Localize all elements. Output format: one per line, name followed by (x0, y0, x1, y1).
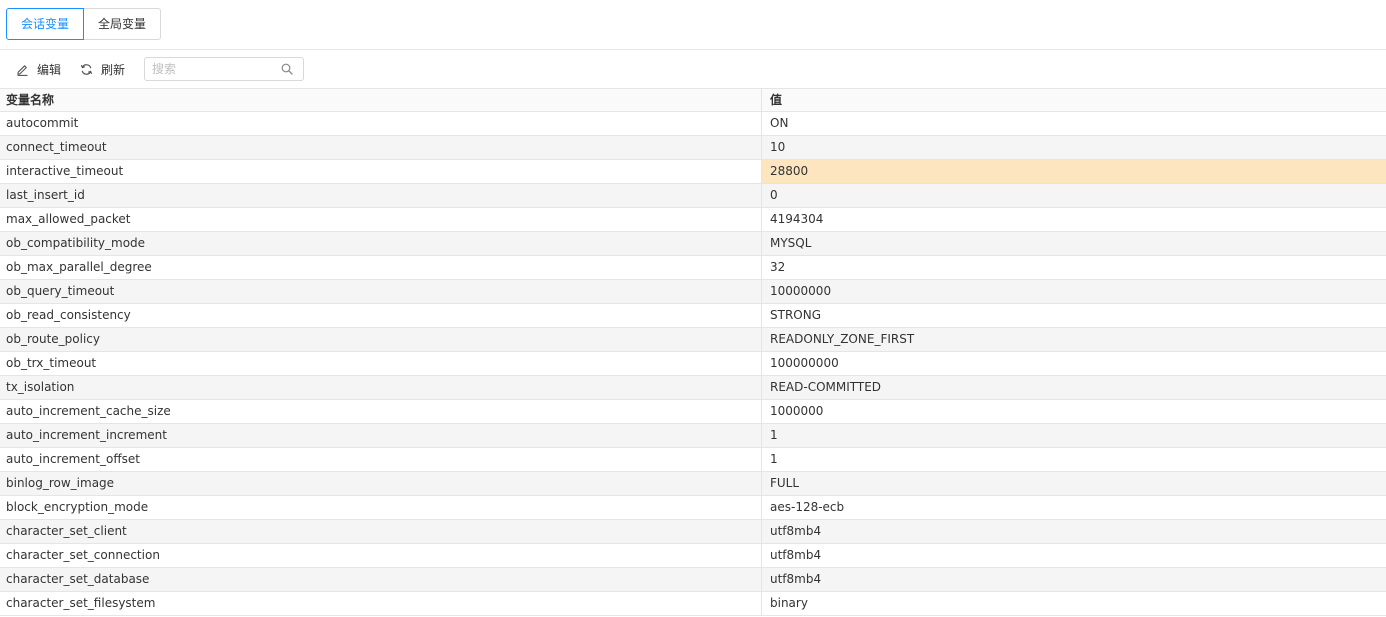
variable-name-cell[interactable]: block_encryption_mode (0, 496, 762, 519)
variable-name-cell[interactable]: ob_query_timeout (0, 280, 762, 303)
table-row[interactable]: block_encryption_mode aes-128-ecb (0, 496, 1386, 520)
variable-name-cell[interactable]: connect_timeout (0, 136, 762, 159)
refresh-button[interactable]: 刷新 (80, 59, 125, 79)
table-row[interactable]: ob_route_policy READONLY_ZONE_FIRST (0, 328, 1386, 352)
variable-name-cell[interactable]: ob_compatibility_mode (0, 232, 762, 255)
variable-name-cell[interactable]: ob_read_consistency (0, 304, 762, 327)
variable-name-cell[interactable]: binlog_row_image (0, 472, 762, 495)
variable-name-cell[interactable]: ob_trx_timeout (0, 352, 762, 375)
table-row[interactable]: tx_isolation READ-COMMITTED (0, 376, 1386, 400)
search-box (144, 57, 304, 81)
variable-value-cell[interactable]: READ-COMMITTED (762, 376, 1386, 399)
variable-value-cell[interactable]: MYSQL (762, 232, 1386, 255)
variable-value-cell[interactable]: utf8mb4 (762, 568, 1386, 591)
table-row[interactable]: autocommit ON (0, 112, 1386, 136)
search-input[interactable] (145, 58, 280, 80)
table-row[interactable]: character_set_filesystem binary (0, 592, 1386, 616)
variable-value-cell[interactable]: 28800 (762, 160, 1386, 183)
variable-value-cell[interactable]: utf8mb4 (762, 544, 1386, 567)
table-row[interactable]: auto_increment_increment 1 (0, 424, 1386, 448)
variable-name-cell[interactable]: character_set_database (0, 568, 762, 591)
table-header: 变量名称 值 (0, 88, 1386, 112)
edit-label: 编辑 (37, 62, 62, 77)
table-row[interactable]: auto_increment_cache_size 1000000 (0, 400, 1386, 424)
variable-value-cell[interactable]: 100000000 (762, 352, 1386, 375)
tab-session-variables[interactable]: 会话变量 (6, 8, 85, 40)
variable-value-cell[interactable]: FULL (762, 472, 1386, 495)
variable-name-cell[interactable]: auto_increment_cache_size (0, 400, 762, 423)
variables-table: 变量名称 值 autocommit ON connect_timeout 10 inte… (0, 88, 1386, 616)
table-row[interactable]: connect_timeout 10 (0, 136, 1386, 160)
variable-value-cell[interactable]: utf8mb4 (762, 520, 1386, 543)
variable-value-cell[interactable]: READONLY_ZONE_FIRST (762, 328, 1386, 351)
edit-icon (17, 64, 28, 76)
variable-value-cell[interactable]: 10000000 (762, 280, 1386, 303)
refresh-label: 刷新 (101, 62, 126, 77)
table-row[interactable]: ob_query_timeout 10000000 (0, 280, 1386, 304)
variable-value-cell[interactable]: binary (762, 592, 1386, 615)
variable-value-cell[interactable]: ON (762, 112, 1386, 135)
table-row[interactable]: ob_max_parallel_degree 32 (0, 256, 1386, 280)
variable-name-cell[interactable]: auto_increment_offset (0, 448, 762, 471)
table-row[interactable]: last_insert_id 0 (0, 184, 1386, 208)
table-row[interactable]: ob_trx_timeout 100000000 (0, 352, 1386, 376)
variable-name-cell[interactable]: interactive_timeout (0, 160, 762, 183)
variable-name-cell[interactable]: character_set_client (0, 520, 762, 543)
variable-value-cell[interactable]: aes-128-ecb (762, 496, 1386, 519)
toolbar: 编辑 刷新 (0, 50, 1386, 88)
variable-value-cell[interactable]: 4194304 (762, 208, 1386, 231)
table-body: autocommit ON connect_timeout 10 interactive… (0, 112, 1386, 616)
table-row[interactable]: auto_increment_offset 1 (0, 448, 1386, 472)
variable-name-cell[interactable]: character_set_connection (0, 544, 762, 567)
tab-global-variables[interactable]: 全局变量 (84, 8, 162, 40)
table-row[interactable]: binlog_row_image FULL (0, 472, 1386, 496)
variable-name-cell[interactable]: ob_max_parallel_degree (0, 256, 762, 279)
variable-value-cell[interactable]: 1 (762, 448, 1386, 471)
variable-value-cell[interactable]: 32 (762, 256, 1386, 279)
table-row[interactable]: character_set_connection utf8mb4 (0, 544, 1386, 568)
variable-value-cell[interactable]: 10 (762, 136, 1386, 159)
column-header-value[interactable]: 值 (762, 89, 1386, 112)
variable-value-cell[interactable]: 1000000 (762, 400, 1386, 423)
table-row[interactable]: ob_compatibility_mode MYSQL (0, 232, 1386, 256)
variable-name-cell[interactable]: max_allowed_packet (0, 208, 762, 231)
edit-button[interactable]: 编辑 (16, 59, 61, 79)
table-row[interactable]: ob_read_consistency STRONG (0, 304, 1386, 328)
table-row[interactable]: max_allowed_packet 4194304 (0, 208, 1386, 232)
variable-name-cell[interactable]: ob_route_policy (0, 328, 762, 351)
column-header-name[interactable]: 变量名称 (0, 89, 762, 112)
refresh-icon (80, 63, 93, 75)
variable-value-cell[interactable]: STRONG (762, 304, 1386, 327)
table-row[interactable]: character_set_database utf8mb4 (0, 568, 1386, 592)
variable-name-cell[interactable]: autocommit (0, 112, 762, 135)
variable-value-cell[interactable]: 1 (762, 424, 1386, 447)
variable-name-cell[interactable]: tx_isolation (0, 376, 762, 399)
variable-name-cell[interactable]: character_set_filesystem (0, 592, 762, 615)
table-row[interactable]: interactive_timeout 28800 (0, 160, 1386, 184)
variable-name-cell[interactable]: auto_increment_increment (0, 424, 762, 447)
search-icon[interactable] (281, 63, 293, 75)
table-row[interactable]: character_set_client utf8mb4 (0, 520, 1386, 544)
variable-scope-tabs: 会话变量 全局变量 (6, 8, 162, 40)
variable-value-cell[interactable]: 0 (762, 184, 1386, 207)
variable-name-cell[interactable]: last_insert_id (0, 184, 762, 207)
